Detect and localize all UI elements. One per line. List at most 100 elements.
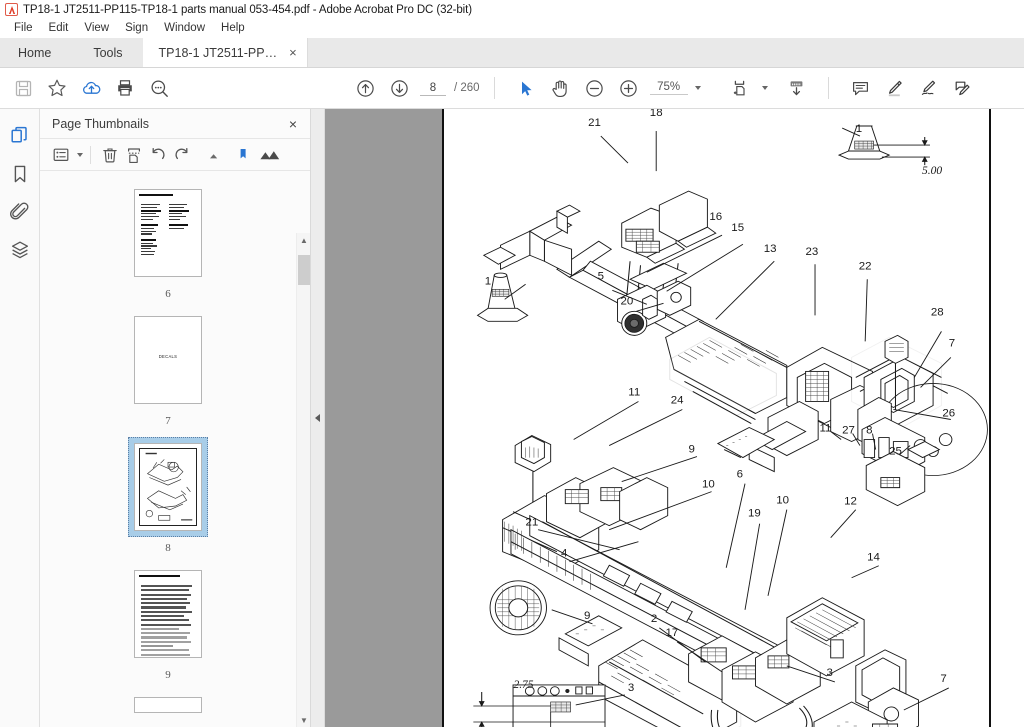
menu-file[interactable]: File — [6, 19, 41, 38]
reduce-thumbnails-icon[interactable] — [203, 143, 227, 167]
zoom-in-icon[interactable] — [612, 72, 646, 104]
menu-window[interactable]: Window — [156, 19, 213, 38]
tab-tools[interactable]: Tools — [73, 38, 143, 67]
acrobat-window: TP18-1 JT2511-PP115-TP18-1 parts manual … — [0, 0, 1024, 727]
diagram-callout: 18 — [650, 109, 663, 119]
diagram-callout: 27 — [842, 425, 855, 437]
thumbnail-page[interactable]: DECALS — [134, 316, 202, 404]
toolbar-annotate-group — [844, 72, 980, 104]
diagram-callout: 2 — [651, 613, 657, 625]
workspace: Page Thumbnails × 6 DECALS 7 8 9 ▲ ▼ 21 … — [0, 109, 1024, 727]
print-icon[interactable] — [108, 72, 142, 104]
tab-tools-label: Tools — [93, 45, 123, 60]
zoom-out-icon[interactable] — [578, 72, 612, 104]
page-thumbnails-panel: Page Thumbnails × 6 DECALS 7 8 9 ▲ ▼ — [40, 109, 311, 727]
highlight-icon[interactable] — [878, 72, 912, 104]
thumbnail-page-number: 7 — [165, 415, 171, 427]
chevron-left-icon — [315, 414, 320, 422]
attachment-icon[interactable] — [4, 193, 36, 231]
tab-strip: Home Tools TP18-1 JT2511-PP… × — [0, 38, 1024, 68]
list-item[interactable]: DECALS 7 — [128, 310, 208, 427]
tab-home[interactable]: Home — [0, 38, 74, 67]
chevron-down-icon — [694, 86, 701, 90]
sign-icon[interactable] — [912, 72, 946, 104]
menu-view[interactable]: View — [76, 19, 117, 38]
page-thumbnails-icon[interactable] — [4, 117, 36, 155]
diagram-callout: 4 — [561, 548, 567, 560]
zoom-level-value: 75% — [649, 81, 688, 95]
select-tool-icon[interactable] — [510, 72, 544, 104]
bookmark-icon[interactable] — [4, 155, 36, 193]
toolbar-page-nav: / 260 — [348, 72, 480, 104]
tab-document-label: TP18-1 JT2511-PP… — [158, 45, 278, 60]
next-page-icon[interactable] — [382, 72, 416, 104]
diagram-callout: 17 — [665, 627, 678, 639]
tab-document[interactable]: TP18-1 JT2511-PP… × — [142, 38, 308, 67]
thumbnail-page-number: 9 — [165, 669, 171, 681]
diagram-callout: 20 — [621, 296, 634, 308]
navigation-rail — [0, 109, 40, 727]
rotate-clockwise-icon[interactable] — [170, 143, 194, 167]
menu-help[interactable]: Help — [213, 19, 253, 38]
diagram-callout: 21 — [588, 117, 601, 129]
scroll-down-arrow-icon[interactable]: ▼ — [297, 713, 310, 727]
diagram-callout: 2.75 — [513, 679, 533, 691]
scroll-up-arrow-icon[interactable]: ▲ — [297, 233, 310, 247]
diagram-callout: 6 — [737, 469, 743, 481]
thumbnail-page[interactable] — [134, 189, 202, 277]
scrollbar-thumb[interactable] — [298, 255, 310, 285]
thumbnail-page[interactable] — [134, 443, 202, 531]
thumbnail-scrollbar[interactable]: ▲ ▼ — [296, 233, 310, 727]
page-marker-icon[interactable] — [231, 143, 255, 167]
diagram-callout: 12 — [844, 496, 857, 508]
list-item[interactable] — [128, 691, 208, 719]
panel-divider — [90, 145, 91, 164]
zoom-level-dropdown[interactable]: 75% — [649, 81, 701, 95]
delete-pages-icon[interactable] — [98, 143, 122, 167]
extract-pages-icon[interactable] — [122, 143, 146, 167]
page-number-input[interactable] — [420, 80, 446, 96]
cloud-upload-icon[interactable] — [74, 72, 108, 104]
diagram-callout: 19 — [748, 508, 761, 520]
menu-sign[interactable]: Sign — [117, 19, 156, 38]
list-item-selected[interactable]: 8 — [128, 437, 208, 554]
diagram-callout: 13 — [764, 243, 777, 255]
acrobat-logo-icon — [5, 3, 18, 16]
chevron-down-icon[interactable] — [761, 86, 768, 90]
diagram-callout: 1 — [485, 275, 491, 287]
list-item[interactable]: 6 — [128, 183, 208, 300]
previous-page-icon[interactable] — [348, 72, 382, 104]
menu-edit[interactable]: Edit — [41, 19, 77, 38]
fit-page-icon[interactable] — [723, 72, 757, 104]
chevron-down-icon[interactable] — [77, 152, 83, 157]
options-list-icon[interactable] — [50, 143, 74, 167]
thumbnail-page[interactable] — [134, 697, 202, 713]
diagram-callout: 8 — [866, 425, 872, 437]
list-item[interactable] — [128, 171, 208, 173]
hand-tool-icon[interactable] — [544, 72, 578, 104]
thumbnail-list[interactable]: 6 DECALS 7 8 9 ▲ ▼ — [40, 171, 310, 727]
enlarge-thumbnails-icon[interactable] — [257, 143, 283, 167]
rotate-counterclockwise-icon[interactable] — [146, 143, 170, 167]
diagram-callout: 11 — [820, 423, 832, 435]
close-icon[interactable]: × — [289, 46, 297, 59]
list-item[interactable]: 9 — [128, 564, 208, 681]
panel-collapse-handle[interactable] — [311, 109, 325, 727]
thumbnail-page-number: 6 — [165, 288, 171, 300]
save-icon[interactable] — [6, 72, 40, 104]
pdf-page[interactable]: 21 18 1 5.00 16 15 13 23 22 28 7 1 5 20 26 11 27 8 25 11 24 9… — [442, 109, 1024, 727]
window-title: TP18-1 JT2511-PP115-TP18-1 parts manual … — [23, 3, 472, 16]
diagram-callout: 10 — [776, 495, 789, 507]
search-icon[interactable] — [142, 72, 176, 104]
document-viewport[interactable]: 21 18 1 5.00 16 15 13 23 22 28 7 1 5 20 26 11 27 8 25 11 24 9… — [325, 109, 1024, 727]
scroll-mode-icon[interactable] — [780, 72, 814, 104]
layers-icon[interactable] — [4, 231, 36, 269]
toolbar-divider-2 — [827, 77, 829, 99]
document-background — [325, 109, 442, 727]
thumbnail-page[interactable] — [134, 570, 202, 658]
close-icon[interactable]: × — [286, 115, 300, 133]
star-icon[interactable] — [40, 72, 74, 104]
comment-icon[interactable] — [844, 72, 878, 104]
fill-and-sign-icon[interactable] — [946, 72, 980, 104]
diagram-callout: 9 — [689, 444, 695, 456]
